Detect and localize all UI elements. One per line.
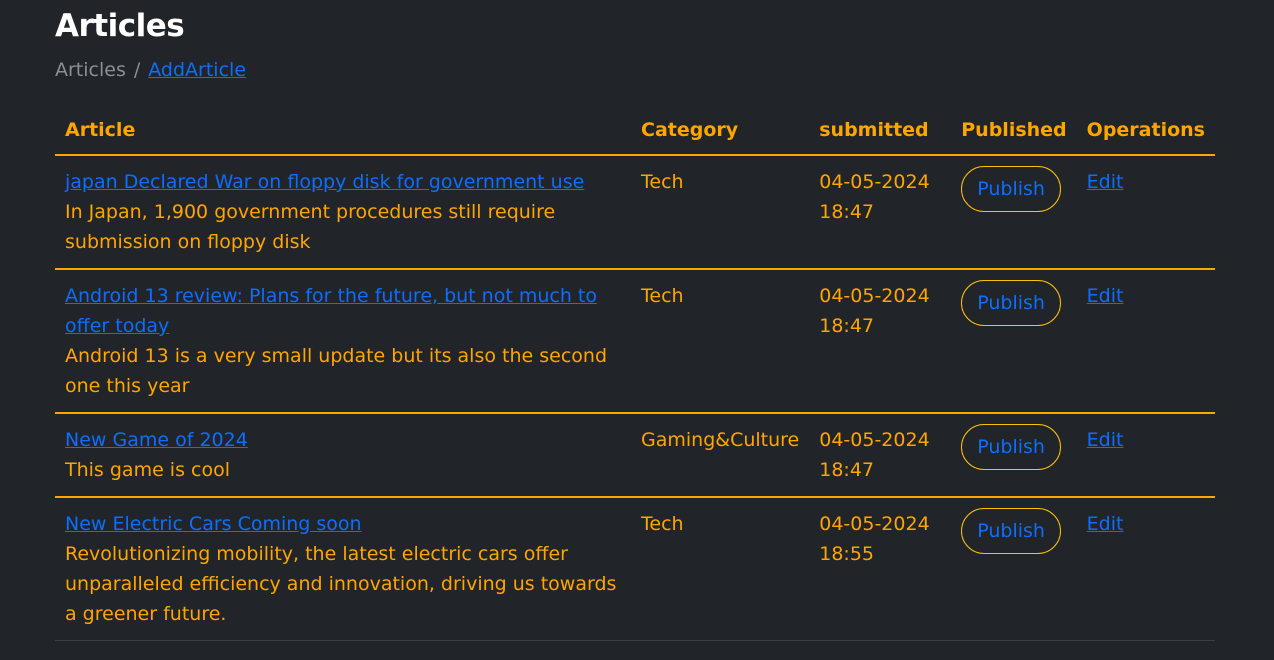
article-title-link[interactable]: Android 13 review: Plans for the future,… xyxy=(65,281,621,341)
breadcrumb: Articles / AddArticle xyxy=(55,57,246,83)
operations-cell: Edit xyxy=(1076,413,1215,498)
article-cell: New Game of 2024 This game is cool xyxy=(55,413,631,498)
article-cell: New Electric Cars Coming soon Revolution… xyxy=(55,497,631,641)
edit-link[interactable]: Edit xyxy=(1087,171,1124,193)
submitted-date: 04-05-2024 xyxy=(819,513,930,535)
category-cell: Tech xyxy=(631,155,810,270)
table-header-row: Article Category submitted Published Ope… xyxy=(55,106,1215,156)
publish-button[interactable]: Publish xyxy=(961,280,1061,326)
publish-button[interactable]: Publish xyxy=(961,166,1061,212)
publish-button[interactable]: Publish xyxy=(961,424,1061,470)
submitted-time: 18:47 xyxy=(819,459,874,481)
edit-link[interactable]: Edit xyxy=(1087,513,1124,535)
submitted-cell: 04-05-2024 18:47 xyxy=(809,413,952,498)
category-cell: Tech xyxy=(631,497,810,641)
article-summary: Revolutionizing mobility, the latest ele… xyxy=(65,543,617,625)
header-submitted: submitted xyxy=(809,106,952,156)
article-cell: japan Declared War on floppy disk for go… xyxy=(55,155,631,270)
submitted-date: 04-05-2024 xyxy=(819,285,930,307)
article-title-link[interactable]: japan Declared War on floppy disk for go… xyxy=(65,167,621,197)
article-title-link[interactable]: New Game of 2024 xyxy=(65,425,621,455)
submitted-time: 18:55 xyxy=(819,543,874,565)
page-title: Articles xyxy=(55,8,185,44)
published-cell: Publish xyxy=(951,269,1077,414)
published-cell: Publish xyxy=(951,155,1077,270)
article-title-link[interactable]: New Electric Cars Coming soon xyxy=(65,509,621,539)
submitted-date: 04-05-2024 xyxy=(819,171,930,193)
article-summary: Android 13 is a very small update but it… xyxy=(65,345,608,397)
header-category: Category xyxy=(631,106,810,156)
edit-link[interactable]: Edit xyxy=(1087,429,1124,451)
add-article-link[interactable]: AddArticle xyxy=(148,59,246,81)
submitted-time: 18:47 xyxy=(819,315,874,337)
edit-link[interactable]: Edit xyxy=(1087,285,1124,307)
operations-cell: Edit xyxy=(1076,155,1215,270)
category-cell: Gaming&Culture xyxy=(631,413,810,498)
header-article: Article xyxy=(55,106,631,156)
operations-cell: Edit xyxy=(1076,269,1215,414)
breadcrumb-separator: / xyxy=(133,59,141,81)
category-cell: Tech xyxy=(631,269,810,414)
articles-table: Article Category submitted Published Ope… xyxy=(55,106,1215,641)
table-row: Android 13 review: Plans for the future,… xyxy=(55,269,1215,414)
publish-button[interactable]: Publish xyxy=(961,508,1061,554)
header-operations: Operations xyxy=(1076,106,1215,156)
table-row: New Electric Cars Coming soon Revolution… xyxy=(55,497,1215,641)
article-cell: Android 13 review: Plans for the future,… xyxy=(55,269,631,414)
article-summary: This game is cool xyxy=(65,459,230,481)
submitted-time: 18:47 xyxy=(819,201,874,223)
breadcrumb-current: Articles xyxy=(55,59,126,81)
submitted-cell: 04-05-2024 18:47 xyxy=(809,155,952,270)
operations-cell: Edit xyxy=(1076,497,1215,641)
table-row: New Game of 2024 This game is cool Gamin… xyxy=(55,413,1215,498)
submitted-cell: 04-05-2024 18:55 xyxy=(809,497,952,641)
header-published: Published xyxy=(951,106,1077,156)
article-summary: In Japan, 1,900 government procedures st… xyxy=(65,201,556,253)
table-row: japan Declared War on floppy disk for go… xyxy=(55,155,1215,270)
published-cell: Publish xyxy=(951,497,1077,641)
submitted-date: 04-05-2024 xyxy=(819,429,930,451)
submitted-cell: 04-05-2024 18:47 xyxy=(809,269,952,414)
published-cell: Publish xyxy=(951,413,1077,498)
